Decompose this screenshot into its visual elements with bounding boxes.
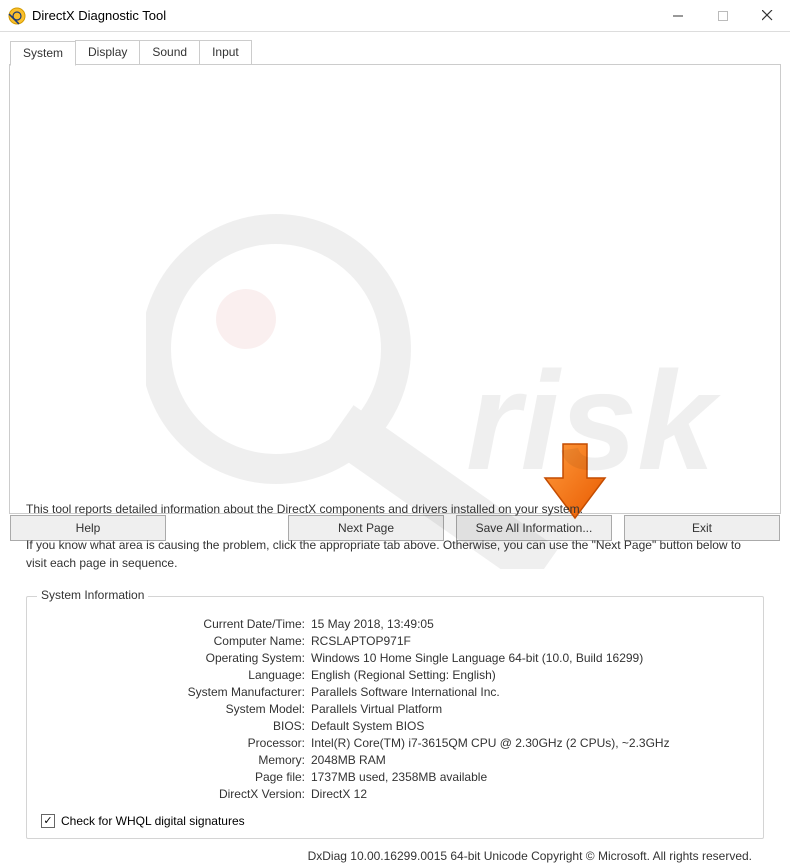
system-information-group: System Information Current Date/Time:15 … bbox=[26, 596, 764, 839]
info-value: RCSLAPTOP971F bbox=[311, 634, 411, 648]
info-row: Page file:1737MB used, 2358MB available bbox=[41, 768, 749, 785]
svg-text:risk: risk bbox=[466, 342, 721, 499]
dxdiag-version-footer: DxDiag 10.00.16299.0015 64-bit Unicode C… bbox=[26, 849, 752, 863]
info-label: Page file: bbox=[41, 770, 311, 784]
maximize-button[interactable] bbox=[700, 1, 745, 31]
info-value: Windows 10 Home Single Language 64-bit (… bbox=[311, 651, 643, 665]
whql-checkbox[interactable]: ✓ bbox=[41, 814, 55, 828]
info-value: Intel(R) Core(TM) i7-3615QM CPU @ 2.30GH… bbox=[311, 736, 670, 750]
window-controls bbox=[655, 1, 790, 31]
info-row: Memory:2048MB RAM bbox=[41, 751, 749, 768]
info-label: Language: bbox=[41, 668, 311, 682]
info-label: Current Date/Time: bbox=[41, 617, 311, 631]
info-row: Computer Name:RCSLAPTOP971F bbox=[41, 632, 749, 649]
intro-text-1: This tool reports detailed information a… bbox=[26, 502, 764, 516]
info-label: BIOS: bbox=[41, 719, 311, 733]
info-row: System Model:Parallels Virtual Platform bbox=[41, 700, 749, 717]
tab-panel-system: risk This tool reports detailed informat… bbox=[9, 64, 781, 514]
whql-checkbox-label: Check for WHQL digital signatures bbox=[61, 814, 245, 828]
info-row: Processor:Intel(R) Core(TM) i7-3615QM CP… bbox=[41, 734, 749, 751]
info-label: System Manufacturer: bbox=[41, 685, 311, 699]
info-value: 15 May 2018, 13:49:05 bbox=[311, 617, 434, 631]
info-row: Operating System:Windows 10 Home Single … bbox=[41, 649, 749, 666]
info-row: Language:English (Regional Setting: Engl… bbox=[41, 666, 749, 683]
close-button[interactable] bbox=[745, 1, 790, 31]
titlebar: DirectX Diagnostic Tool bbox=[0, 0, 790, 32]
info-value: 2048MB RAM bbox=[311, 753, 386, 767]
tab-strip: System Display Sound Input bbox=[0, 34, 790, 65]
info-value: DirectX 12 bbox=[311, 787, 367, 801]
info-value: English (Regional Setting: English) bbox=[311, 668, 496, 682]
minimize-button[interactable] bbox=[655, 1, 700, 31]
info-label: DirectX Version: bbox=[41, 787, 311, 801]
info-label: Memory: bbox=[41, 753, 311, 767]
app-icon bbox=[8, 7, 26, 25]
info-label: System Model: bbox=[41, 702, 311, 716]
info-label: Computer Name: bbox=[41, 634, 311, 648]
info-row: DirectX Version:DirectX 12 bbox=[41, 785, 749, 802]
info-row: BIOS:Default System BIOS bbox=[41, 717, 749, 734]
intro-text-2: If you know what area is causing the pro… bbox=[26, 536, 764, 572]
whql-checkbox-row[interactable]: ✓ Check for WHQL digital signatures bbox=[41, 814, 749, 828]
info-value: Parallels Virtual Platform bbox=[311, 702, 442, 716]
info-value: Default System BIOS bbox=[311, 719, 424, 733]
tab-display[interactable]: Display bbox=[75, 40, 140, 65]
tab-input[interactable]: Input bbox=[199, 40, 252, 65]
info-value: Parallels Software International Inc. bbox=[311, 685, 500, 699]
info-label: Operating System: bbox=[41, 651, 311, 665]
info-value: 1737MB used, 2358MB available bbox=[311, 770, 487, 784]
system-information-legend: System Information bbox=[37, 588, 148, 602]
info-row: Current Date/Time:15 May 2018, 13:49:05 bbox=[41, 615, 749, 632]
tab-sound[interactable]: Sound bbox=[139, 40, 200, 65]
tab-system[interactable]: System bbox=[10, 41, 76, 66]
info-row: System Manufacturer:Parallels Software I… bbox=[41, 683, 749, 700]
window-title: DirectX Diagnostic Tool bbox=[32, 8, 166, 23]
info-label: Processor: bbox=[41, 736, 311, 750]
